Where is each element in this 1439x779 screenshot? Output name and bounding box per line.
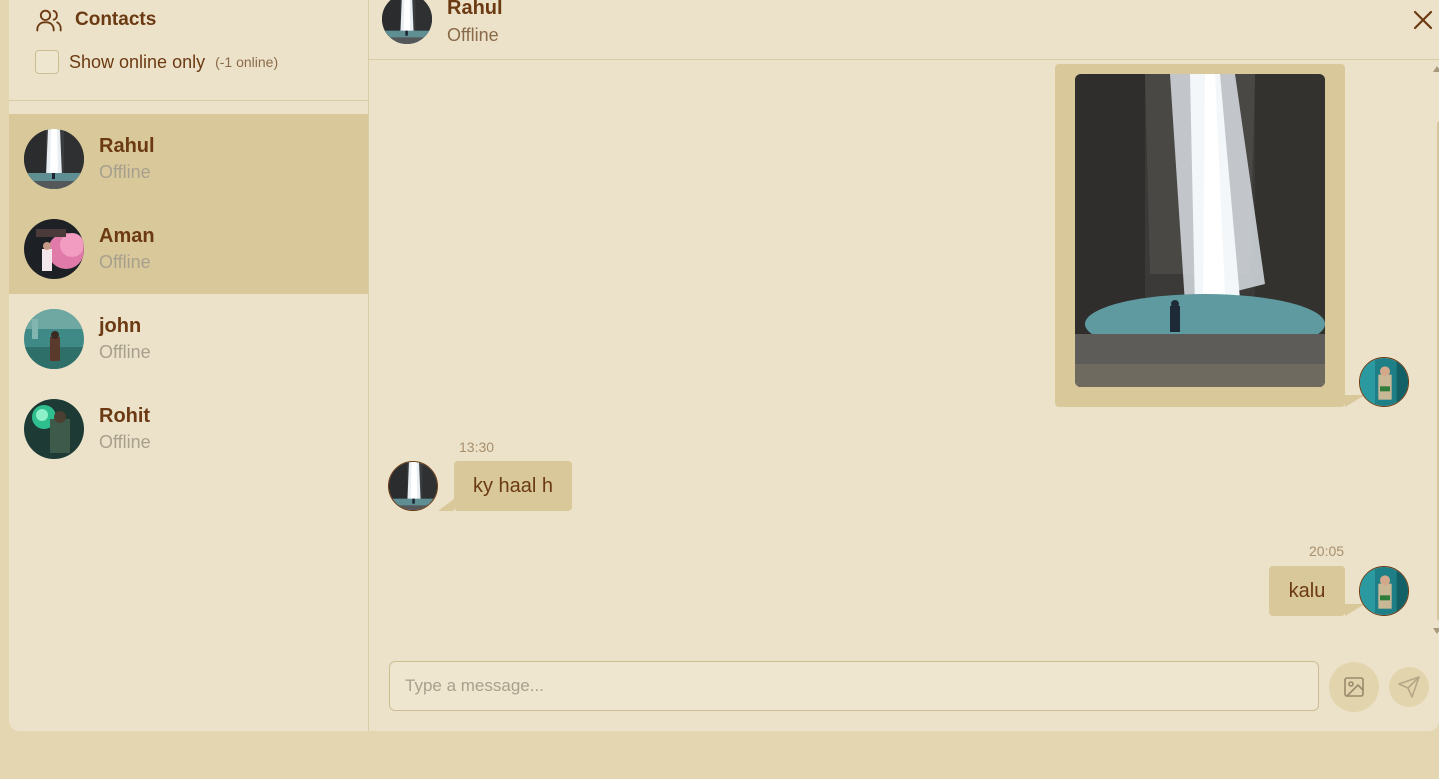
my-avatar — [1359, 566, 1409, 616]
show-online-label[interactable]: Show online only — [69, 52, 205, 73]
contact-item-rahul[interactable]: Rahul Offline — [9, 114, 368, 204]
send-icon — [1398, 676, 1420, 698]
avatar — [24, 129, 84, 189]
sidebar-header: Contacts Show online only (-1 online) — [9, 0, 368, 101]
my-avatar — [1359, 357, 1409, 407]
contact-status: Offline — [99, 342, 151, 362]
avatar — [24, 309, 84, 369]
contact-name: Rohit — [99, 405, 151, 427]
contact-item-rohit[interactable]: Rohit Offline — [9, 384, 368, 474]
message-timestamp: 20:05 — [1309, 543, 1345, 559]
message-timestamp: 13:30 — [459, 439, 495, 455]
contact-item-john[interactable]: john Offline — [9, 294, 368, 384]
avatar — [24, 399, 84, 459]
contact-name: Aman — [99, 225, 155, 247]
chat-contact-name: Rahul — [447, 0, 503, 19]
bubble-tail — [1345, 604, 1365, 616]
waterfall-photo[interactable] — [1075, 74, 1325, 387]
message-list[interactable]: 13:30 ky haal h 20:05 kalu — [369, 61, 1439, 641]
contact-status: Offline — [99, 432, 151, 452]
send-button[interactable] — [1389, 667, 1429, 707]
online-filter: Show online only (-1 online) — [35, 50, 278, 74]
scroll-up-icon[interactable] — [1433, 66, 1439, 72]
chat-header: Rahul Offline — [369, 0, 1439, 60]
close-icon[interactable] — [1411, 8, 1435, 32]
contact-status: Offline — [99, 162, 151, 182]
contact-item-aman[interactable]: Aman Offline — [9, 204, 368, 294]
contact-name: Rahul — [99, 135, 155, 157]
show-online-checkbox[interactable] — [35, 50, 59, 74]
contact-list: Rahul Offline Aman Offline john Offline — [9, 114, 368, 474]
users-icon — [36, 9, 62, 32]
chat-header-avatar — [382, 0, 432, 44]
contact-status: Offline — [99, 252, 151, 272]
chat-contact-status: Offline — [447, 25, 499, 45]
avatar — [24, 219, 84, 279]
outgoing-message-bubble: kalu — [1269, 566, 1345, 616]
scroll-down-icon[interactable] — [1433, 628, 1439, 634]
image-message-bubble — [1055, 64, 1345, 407]
sidebar: Contacts Show online only (-1 online) Ra… — [9, 0, 369, 731]
bubble-tail — [1345, 395, 1365, 407]
chat-app: Contacts Show online only (-1 online) Ra… — [9, 0, 1439, 731]
incoming-message-bubble: ky haal h — [454, 461, 572, 511]
contacts-title: Contacts — [35, 6, 156, 34]
contact-name: john — [99, 315, 142, 337]
online-count: (-1 online) — [215, 54, 279, 70]
contacts-title-label: Contacts — [75, 9, 157, 30]
attach-image-button[interactable] — [1329, 662, 1379, 712]
chat-panel: Rahul Offline 13:30 ky haal h 20:05 kalu… — [369, 0, 1439, 731]
image-icon — [1344, 677, 1364, 697]
contact-avatar — [388, 461, 438, 511]
bubble-tail — [438, 499, 454, 511]
message-input[interactable] — [389, 661, 1319, 711]
